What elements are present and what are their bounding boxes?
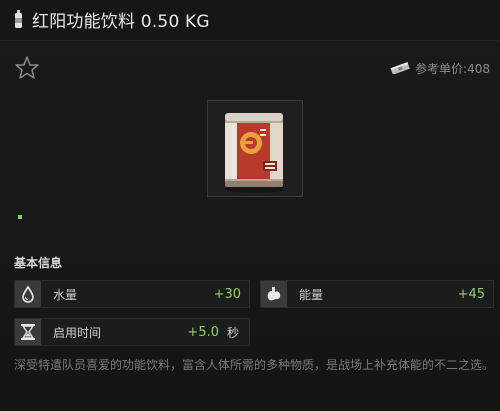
stat-activation-value: +5.0	[187, 324, 219, 340]
stat-activation-label: 启用时间	[53, 325, 102, 340]
stat-water-label: 水量	[53, 287, 78, 302]
stomach-icon	[267, 287, 281, 301]
item-image-frame	[207, 100, 303, 197]
item-detail-panel: 红阳功能饮料 0.50 KG 参考单价:408 基本信息 水量 +30 能量 +…	[0, 0, 500, 411]
drink-bottle-icon	[15, 10, 22, 28]
hourglass-icon	[21, 324, 35, 340]
water-drop-icon	[22, 285, 34, 303]
energy-drink-can-icon	[225, 113, 285, 193]
reference-price: 参考单价:408	[389, 60, 490, 76]
stat-activation-time: 启用时间 +5.0 秒	[14, 318, 250, 346]
status-dot	[18, 215, 22, 219]
stat-energy-label: 能量	[299, 287, 324, 302]
stat-water: 水量 +30	[14, 280, 250, 308]
favorite-star-icon[interactable]	[14, 55, 40, 81]
stat-activation-unit: 秒	[226, 325, 239, 340]
stat-water-value: +30	[213, 286, 241, 302]
item-title: 红阳功能饮料 0.50 KG	[32, 12, 210, 32]
price-text: 参考单价:408	[415, 61, 490, 76]
stat-energy: 能量 +45	[260, 280, 494, 308]
title-bar: 红阳功能饮料 0.50 KG	[0, 0, 500, 41]
basic-info-heading: 基本信息	[14, 256, 63, 270]
money-stack-icon	[390, 62, 410, 74]
stat-energy-value: +45	[457, 286, 485, 302]
item-description: 深受特遣队员喜爱的功能饮料，富含人体所需的多种物质，是战场上补充体能的不二之选。	[14, 358, 495, 372]
